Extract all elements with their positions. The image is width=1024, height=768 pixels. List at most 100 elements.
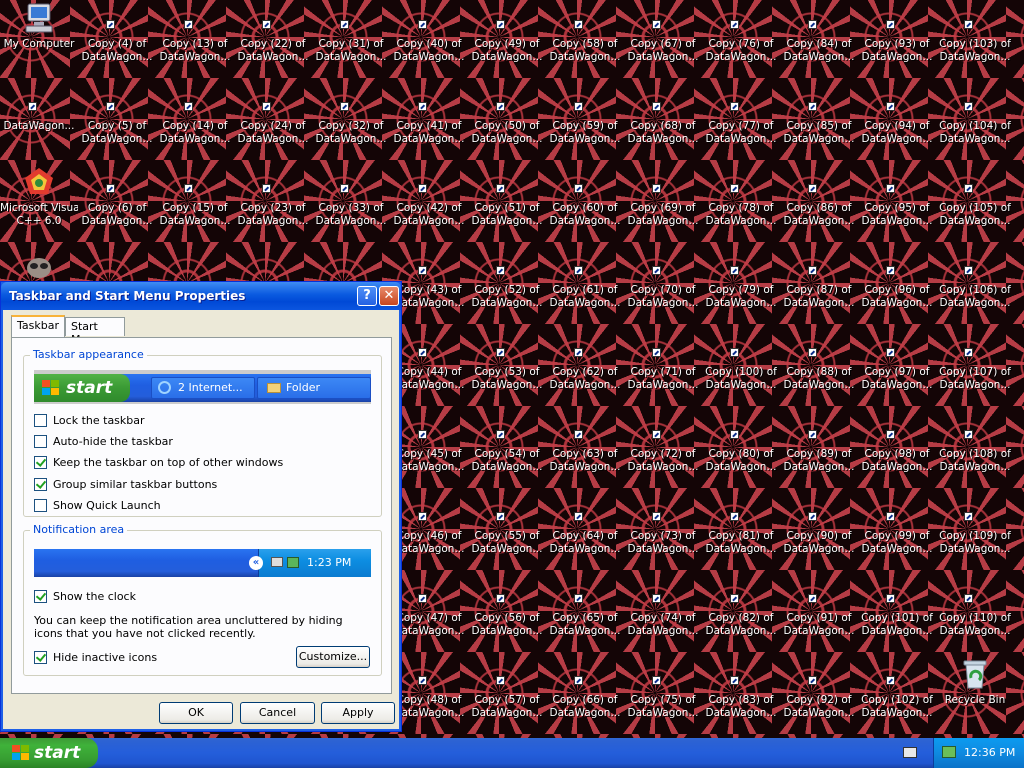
- tab-taskbar[interactable]: Taskbar: [11, 315, 65, 337]
- cancel-button[interactable]: Cancel: [240, 702, 315, 724]
- desktop-icon-copy[interactable]: Copy (51) of DataWagon...: [468, 164, 546, 246]
- option-keep-on-top[interactable]: Keep the taskbar on top of other windows: [34, 455, 283, 469]
- apply-button[interactable]: Apply: [321, 702, 395, 724]
- desktop-icon-copy[interactable]: Copy (50) of DataWagon...: [468, 82, 546, 164]
- desktop-icon-copy[interactable]: Copy (64) of DataWagon...: [546, 492, 624, 574]
- desktop-icon-copy[interactable]: Copy (107) of DataWagon...: [936, 328, 1014, 410]
- start-button[interactable]: start: [0, 738, 98, 768]
- desktop-icon-copy[interactable]: Copy (99) of DataWagon...: [858, 492, 936, 574]
- desktop-icon-copy[interactable]: Copy (52) of DataWagon...: [468, 246, 546, 328]
- desktop-icon-copy[interactable]: Copy (14) of DataWagon...: [156, 82, 234, 164]
- checkbox[interactable]: [34, 455, 47, 469]
- desktop-icon-copy[interactable]: Copy (23) of DataWagon...: [234, 164, 312, 246]
- desktop-icon-copy[interactable]: Copy (60) of DataWagon...: [546, 164, 624, 246]
- desktop-icon-copy[interactable]: Copy (73) of DataWagon...: [624, 492, 702, 574]
- desktop-icon-copy[interactable]: Copy (5) of DataWagon...: [78, 82, 156, 164]
- option-lock-taskbar[interactable]: Lock the taskbar: [34, 413, 145, 427]
- desktop-icon-copy[interactable]: Copy (109) of DataWagon...: [936, 492, 1014, 574]
- keyboard-icon[interactable]: [903, 747, 917, 758]
- tab-start-menu[interactable]: Start Menu: [65, 317, 125, 346]
- desktop-icon-copy[interactable]: Copy (63) of DataWagon...: [546, 410, 624, 492]
- desktop-icon-copy[interactable]: Copy (74) of DataWagon...: [624, 574, 702, 656]
- desktop-icon-copy[interactable]: Copy (88) of DataWagon...: [780, 328, 858, 410]
- desktop-icon-copy[interactable]: Copy (32) of DataWagon...: [312, 82, 390, 164]
- desktop-icon-copy[interactable]: Copy (79) of DataWagon...: [702, 246, 780, 328]
- desktop-icon-copy[interactable]: Copy (104) of DataWagon...: [936, 82, 1014, 164]
- desktop-icon-copy[interactable]: Copy (97) of DataWagon...: [858, 328, 936, 410]
- desktop-icon-copy[interactable]: Copy (85) of DataWagon...: [780, 82, 858, 164]
- desktop-icon-copy[interactable]: Copy (78) of DataWagon...: [702, 164, 780, 246]
- desktop-icon-copy[interactable]: Copy (71) of DataWagon...: [624, 328, 702, 410]
- desktop-icon-copy[interactable]: Copy (72) of DataWagon...: [624, 410, 702, 492]
- checkbox[interactable]: [34, 589, 47, 603]
- desktop-icon-copy[interactable]: Copy (100) of DataWagon...: [702, 328, 780, 410]
- desktop-icon-msvc[interactable]: Microsoft Visual C++ 6.0: [0, 164, 78, 246]
- desktop-icon-copy[interactable]: Copy (81) of DataWagon...: [702, 492, 780, 574]
- desktop-icon-copy[interactable]: Copy (96) of DataWagon...: [858, 246, 936, 328]
- desktop-icon-copy[interactable]: Copy (49) of DataWagon...: [468, 0, 546, 82]
- desktop-icon-copy[interactable]: Copy (31) of DataWagon...: [312, 0, 390, 82]
- desktop-icon-copy[interactable]: Copy (67) of DataWagon...: [624, 0, 702, 82]
- desktop-icon-copy[interactable]: Copy (89) of DataWagon...: [780, 410, 858, 492]
- desktop-icon-copy[interactable]: Copy (68) of DataWagon...: [624, 82, 702, 164]
- desktop-icon-datawagon[interactable]: DataWagon...: [0, 82, 78, 164]
- desktop-icon-copy[interactable]: Copy (84) of DataWagon...: [780, 0, 858, 82]
- desktop-icon-copy[interactable]: Copy (33) of DataWagon...: [312, 164, 390, 246]
- tray-app-icon[interactable]: [942, 746, 956, 758]
- desktop-icon-copy[interactable]: Copy (57) of DataWagon...: [468, 656, 546, 738]
- desktop-icon-copy[interactable]: Copy (58) of DataWagon...: [546, 0, 624, 82]
- desktop-icon-copy[interactable]: Copy (108) of DataWagon...: [936, 410, 1014, 492]
- option-show-clock[interactable]: Show the clock: [34, 589, 136, 603]
- option-quick-launch[interactable]: Show Quick Launch: [34, 498, 161, 512]
- desktop-icon-copy[interactable]: Copy (69) of DataWagon...: [624, 164, 702, 246]
- desktop-icon-copy[interactable]: Copy (106) of DataWagon...: [936, 246, 1014, 328]
- desktop-icon-copy[interactable]: Copy (76) of DataWagon...: [702, 0, 780, 82]
- checkbox[interactable]: [34, 413, 47, 427]
- desktop-icon-copy[interactable]: Copy (94) of DataWagon...: [858, 82, 936, 164]
- desktop-icon-copy[interactable]: Copy (95) of DataWagon...: [858, 164, 936, 246]
- checkbox[interactable]: [34, 650, 47, 664]
- desktop-icon-copy[interactable]: Copy (82) of DataWagon...: [702, 574, 780, 656]
- desktop-icon-copy[interactable]: Copy (110) of DataWagon...: [936, 574, 1014, 656]
- desktop-icon-copy[interactable]: Copy (66) of DataWagon...: [546, 656, 624, 738]
- option-auto-hide[interactable]: Auto-hide the taskbar: [34, 434, 173, 448]
- desktop-icon-copy[interactable]: Copy (75) of DataWagon...: [624, 656, 702, 738]
- desktop-icon-copy[interactable]: Copy (87) of DataWagon...: [780, 246, 858, 328]
- desktop-icon-copy[interactable]: Copy (61) of DataWagon...: [546, 246, 624, 328]
- desktop-icon-copy[interactable]: Copy (13) of DataWagon...: [156, 0, 234, 82]
- desktop-icon-copy[interactable]: Copy (22) of DataWagon...: [234, 0, 312, 82]
- option-hide-inactive[interactable]: Hide inactive icons: [34, 650, 157, 664]
- desktop-icon-copy[interactable]: Copy (59) of DataWagon...: [546, 82, 624, 164]
- desktop-icon-copy[interactable]: Copy (15) of DataWagon...: [156, 164, 234, 246]
- desktop-icon-copy[interactable]: Copy (54) of DataWagon...: [468, 410, 546, 492]
- desktop-icon-copy[interactable]: Copy (6) of DataWagon...: [78, 164, 156, 246]
- help-button[interactable]: ?: [357, 286, 377, 306]
- customize-button[interactable]: Customize...: [296, 646, 370, 668]
- close-button[interactable]: ✕: [379, 286, 399, 306]
- desktop-icon-copy[interactable]: Copy (102) of DataWagon...: [858, 656, 936, 738]
- desktop-icon-copy[interactable]: Copy (105) of DataWagon...: [936, 164, 1014, 246]
- desktop-icon-copy[interactable]: Copy (83) of DataWagon...: [702, 656, 780, 738]
- desktop-icon-copy[interactable]: Copy (24) of DataWagon...: [234, 82, 312, 164]
- desktop-icon-copy[interactable]: Copy (56) of DataWagon...: [468, 574, 546, 656]
- desktop-icon-copy[interactable]: Copy (70) of DataWagon...: [624, 246, 702, 328]
- desktop-icon-copy[interactable]: Copy (53) of DataWagon...: [468, 328, 546, 410]
- desktop-icon-copy[interactable]: Copy (77) of DataWagon...: [702, 82, 780, 164]
- desktop-icon-copy[interactable]: Copy (41) of DataWagon...: [390, 82, 468, 164]
- checkbox[interactable]: [34, 434, 47, 448]
- desktop-icon-copy[interactable]: Copy (65) of DataWagon...: [546, 574, 624, 656]
- desktop-icon-copy[interactable]: Copy (62) of DataWagon...: [546, 328, 624, 410]
- desktop-icon-copy[interactable]: Copy (98) of DataWagon...: [858, 410, 936, 492]
- desktop-icon-copy[interactable]: Copy (40) of DataWagon...: [390, 0, 468, 82]
- ok-button[interactable]: OK: [159, 702, 233, 724]
- desktop-icon-recycle-bin[interactable]: Recycle Bin: [936, 656, 1014, 738]
- option-group-buttons[interactable]: Group similar taskbar buttons: [34, 477, 217, 491]
- desktop-icon-copy[interactable]: Copy (103) of DataWagon...: [936, 0, 1014, 82]
- desktop-icon-copy[interactable]: Copy (86) of DataWagon...: [780, 164, 858, 246]
- desktop-icon-copy[interactable]: Copy (55) of DataWagon...: [468, 492, 546, 574]
- desktop-icon-copy[interactable]: Copy (80) of DataWagon...: [702, 410, 780, 492]
- desktop-icon-my-computer[interactable]: My Computer: [0, 0, 78, 82]
- desktop-icon-copy[interactable]: Copy (93) of DataWagon...: [858, 0, 936, 82]
- clock[interactable]: 12:36 PM: [964, 746, 1015, 759]
- desktop-icon-copy[interactable]: Copy (90) of DataWagon...: [780, 492, 858, 574]
